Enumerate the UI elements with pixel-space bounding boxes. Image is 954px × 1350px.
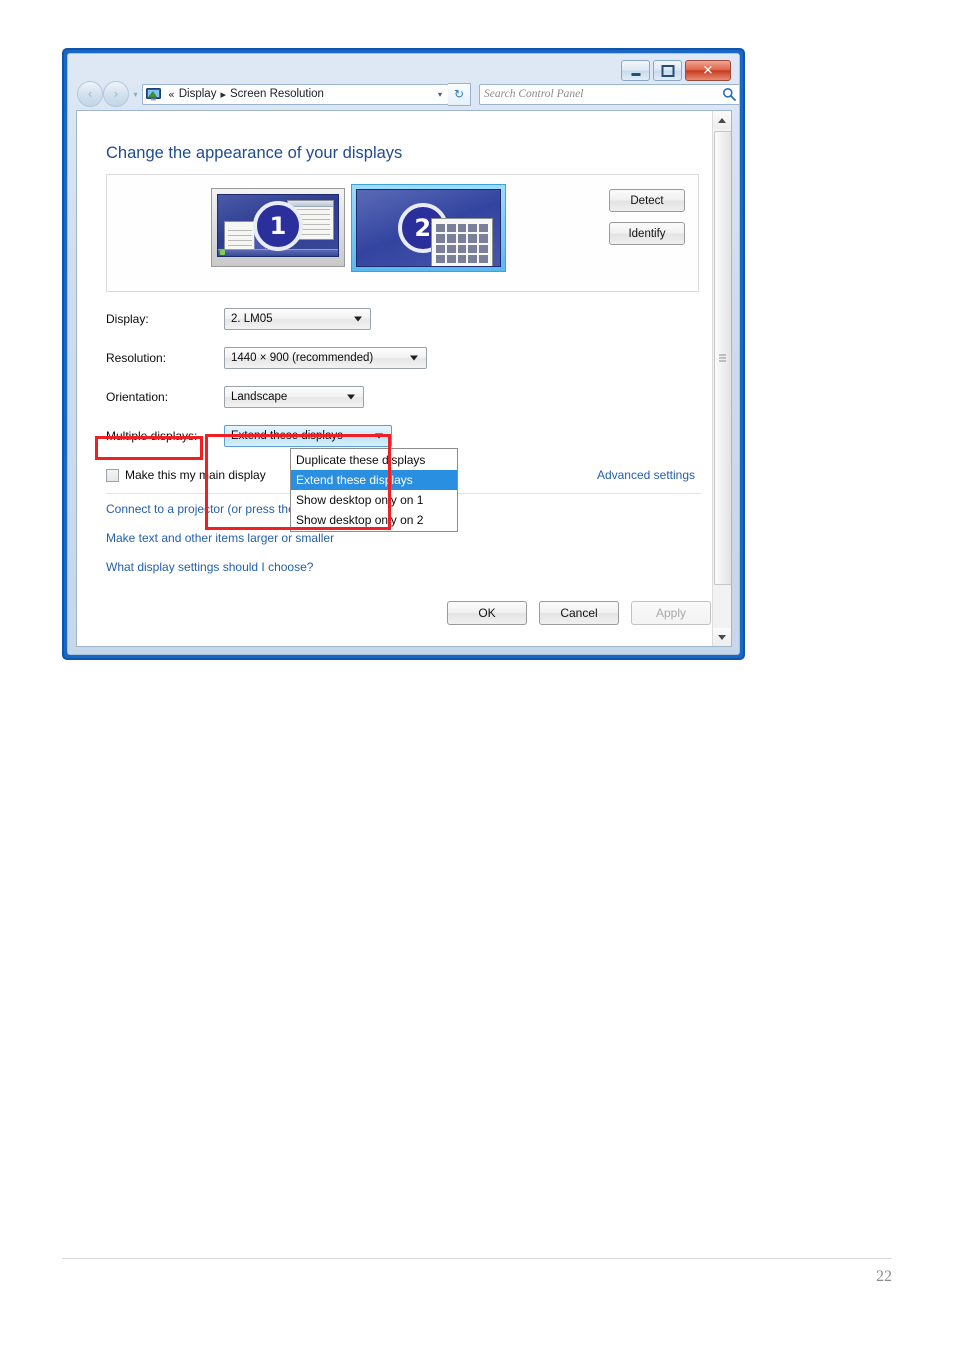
orientation-label: Orientation: xyxy=(106,390,169,404)
scroll-down-button[interactable] xyxy=(713,628,731,646)
footer-rule xyxy=(62,1258,892,1259)
chevron-down-icon xyxy=(347,394,355,400)
monitor-2-thumbnail[interactable]: 2 xyxy=(351,184,506,272)
chevron-up-icon xyxy=(718,117,726,123)
display-row: Display: 2. LM05 xyxy=(106,308,371,330)
monitor-1-thumbnail[interactable]: 1 xyxy=(211,188,345,267)
monitor-1-number-badge: 1 xyxy=(253,200,303,251)
chevron-down-icon xyxy=(410,355,418,361)
monitor-2-screen: 2 xyxy=(356,189,501,267)
chevron-down-icon xyxy=(718,634,726,640)
search-icon xyxy=(722,87,736,101)
search-box[interactable]: Search Control Panel xyxy=(479,83,739,105)
scroll-up-button[interactable] xyxy=(713,111,731,129)
screen-resolution-window: ✕ ‹ › ▾ « Display ▸ Screen Resolution ▾ … xyxy=(62,48,745,660)
multiple-displays-dropdown-list[interactable]: Duplicate these displays Extend these di… xyxy=(290,448,458,532)
back-button[interactable]: ‹ xyxy=(77,81,103,107)
multiple-displays-select[interactable]: Extend these displays xyxy=(224,425,392,447)
maximize-icon xyxy=(661,64,674,77)
dropdown-option-duplicate[interactable]: Duplicate these displays xyxy=(291,450,457,470)
vertical-scrollbar[interactable] xyxy=(712,111,731,646)
display-settings-help-link[interactable]: What display settings should I choose? xyxy=(106,560,313,574)
display-select-value: 2. LM05 xyxy=(231,313,273,325)
identify-button[interactable]: Identify xyxy=(609,222,685,245)
breadcrumb-item-display[interactable]: Display xyxy=(179,88,217,100)
display-arrangement-panel[interactable]: 1 2 Detect Identify xyxy=(106,174,699,292)
monitor-1-bezel: 1 xyxy=(211,188,345,267)
maximize-button[interactable] xyxy=(653,60,682,81)
recent-pages-button[interactable]: ▾ xyxy=(129,90,142,99)
navigation-bar: ‹ › ▾ « Display ▸ Screen Resolution ▾ ↻ … xyxy=(68,80,739,108)
resolution-row: Resolution: 1440 × 900 (recommended) xyxy=(106,347,427,369)
page-title: Change the appearance of your displays xyxy=(106,144,403,162)
window-controls: ✕ xyxy=(621,60,731,81)
content-inner: Change the appearance of your displays 1… xyxy=(77,111,713,646)
refresh-button[interactable]: ↻ xyxy=(448,82,471,106)
breadcrumb-item-screen-resolution[interactable]: Screen Resolution xyxy=(230,88,324,100)
main-display-checkbox-label: Make this my main display xyxy=(125,468,266,482)
orientation-row: Orientation: Landscape xyxy=(106,386,364,408)
breadcrumb-prefix: « xyxy=(168,87,175,101)
back-arrow-icon: ‹ xyxy=(87,87,93,101)
dropdown-option-extend[interactable]: Extend these displays xyxy=(291,470,457,490)
content-pane: Change the appearance of your displays 1… xyxy=(76,110,732,647)
multiple-displays-select-value: Extend these displays xyxy=(231,430,343,442)
scrollbar-thumb[interactable] xyxy=(714,131,731,585)
scrollbar-grip-icon xyxy=(719,354,726,362)
minimize-icon xyxy=(631,72,640,76)
close-button[interactable]: ✕ xyxy=(685,60,731,81)
orientation-select-value: Landscape xyxy=(231,391,288,403)
detect-button[interactable]: Detect xyxy=(609,189,685,212)
dropdown-option-only-1[interactable]: Show desktop only on 1 xyxy=(291,490,457,510)
minimize-button[interactable] xyxy=(621,60,650,81)
resolution-label: Resolution: xyxy=(106,351,167,365)
main-display-checkbox[interactable] xyxy=(106,468,119,482)
dropdown-option-only-2[interactable]: Show desktop only on 2 xyxy=(291,510,457,530)
monitor-2-bezel-selected: 2 xyxy=(351,184,506,272)
calendar-icon xyxy=(431,218,493,266)
page-number: 22 xyxy=(876,1268,892,1285)
display-icon xyxy=(146,87,161,101)
refresh-icon: ↻ xyxy=(453,87,465,101)
display-label: Display: xyxy=(106,312,149,326)
chevron-down-icon xyxy=(354,316,362,322)
text-size-link[interactable]: Make text and other items larger or smal… xyxy=(106,531,334,545)
main-display-checkbox-row[interactable]: Make this my main display xyxy=(106,468,266,482)
multiple-displays-label: Multiple displays: xyxy=(106,429,198,443)
address-dropdown-icon[interactable]: ▾ xyxy=(438,90,445,99)
close-icon: ✕ xyxy=(702,63,714,78)
dialog-buttons: OK Cancel Apply xyxy=(447,601,711,625)
forward-button[interactable]: › xyxy=(103,81,129,107)
forward-arrow-icon: › xyxy=(113,87,119,101)
advanced-settings-link[interactable]: Advanced settings xyxy=(597,468,695,482)
address-bar[interactable]: « Display ▸ Screen Resolution ▾ xyxy=(142,83,449,105)
resolution-select-value: 1440 × 900 (recommended) xyxy=(231,352,374,364)
ok-button[interactable]: OK xyxy=(447,601,527,625)
calendar-cells xyxy=(436,224,488,263)
search-input[interactable]: Search Control Panel xyxy=(484,88,722,100)
resolution-select[interactable]: 1440 × 900 (recommended) xyxy=(224,347,427,369)
multiple-displays-row: Multiple displays: Extend these displays xyxy=(106,425,392,447)
cancel-button[interactable]: Cancel xyxy=(539,601,619,625)
display-select[interactable]: 2. LM05 xyxy=(224,308,371,330)
apply-button: Apply xyxy=(631,601,711,625)
orientation-select[interactable]: Landscape xyxy=(224,386,364,408)
monitor-1-screen: 1 xyxy=(217,194,339,257)
breadcrumb-separator-icon: ▸ xyxy=(220,87,226,101)
preview-action-buttons: Detect Identify xyxy=(609,189,685,245)
chevron-down-icon xyxy=(375,433,383,439)
start-orb-icon xyxy=(220,250,225,255)
window-glass-frame: ✕ ‹ › ▾ « Display ▸ Screen Resolution ▾ … xyxy=(67,53,740,655)
